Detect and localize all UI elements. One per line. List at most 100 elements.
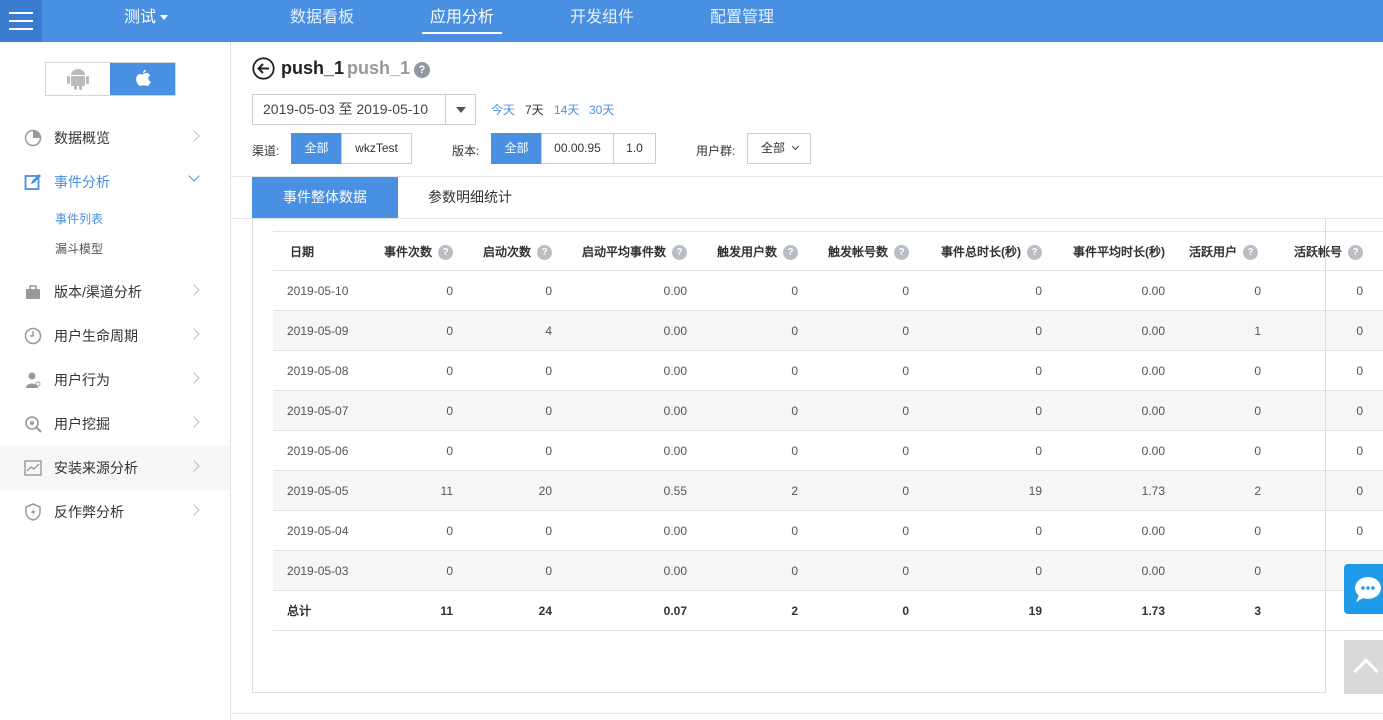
col-header-label: 事件总时长(秒)	[941, 245, 1021, 259]
cell-avg-events: 0.00	[663, 524, 687, 538]
sidebar-sub-event-list[interactable]: 事件列表	[55, 210, 103, 227]
chevron-down-icon	[188, 170, 200, 182]
version-1-0-button[interactable]: 1.0	[613, 133, 656, 164]
col-header-label: 启动平均事件数	[581, 245, 666, 259]
chat-bubble-icon	[1355, 577, 1381, 602]
nav-app-analysis[interactable]: 应用分析	[421, 0, 503, 42]
sidebar-item-version-channel[interactable]: 版本/渠道分析	[0, 270, 230, 314]
sidebar-item-lifecycle[interactable]: 用户生命周期	[0, 314, 230, 358]
chevron-right-icon	[188, 328, 200, 340]
cell-active-accounts: 0	[1356, 444, 1363, 458]
user-group-value: 全部	[761, 141, 786, 155]
back-to-top-button[interactable]	[1344, 640, 1383, 694]
col-header-total-duration: 事件总时长(秒)?	[941, 232, 1042, 272]
help-icon[interactable]: ?	[438, 245, 453, 261]
user-icon	[26, 372, 41, 388]
cell-avg-events: 0.00	[663, 284, 687, 298]
cell-launch-count: 0	[545, 404, 552, 418]
cell-avg-duration: 1.73	[1141, 484, 1165, 498]
nav-config[interactable]: 配置管理	[710, 0, 774, 42]
quick-14days[interactable]: 14天	[554, 101, 579, 118]
help-icon[interactable]: ?	[783, 245, 798, 261]
cell-event-count: 0	[446, 524, 453, 538]
channel-label: 渠道:	[252, 144, 280, 158]
cell-active-users: 1	[1254, 324, 1261, 338]
table-row: 2019-05-09 0 4 0.00 0 0 0 0.00 1 0	[273, 311, 1383, 351]
cell-active-accounts: 0	[1356, 364, 1363, 378]
chevron-right-icon	[188, 416, 200, 428]
user-group-select[interactable]: 全部	[747, 133, 811, 164]
cell-total-duration: 0	[1035, 364, 1042, 378]
sidebar-item-event-analysis[interactable]: 事件分析	[0, 160, 230, 204]
quick-30days[interactable]: 30天	[589, 101, 614, 118]
help-icon[interactable]: ?	[1243, 245, 1258, 261]
apple-icon	[136, 69, 151, 86]
cell-trigger-accounts: 0	[902, 604, 909, 618]
quick-7days[interactable]: 7天	[525, 101, 544, 118]
cell-avg-duration: 0.00	[1141, 444, 1165, 458]
col-header-label: 事件平均时长(秒)	[1073, 245, 1165, 259]
nav-dev-components[interactable]: 开发组件	[570, 0, 634, 42]
col-header-label: 启动次数	[482, 245, 531, 259]
tab-param-stats[interactable]: 参数明细统计	[398, 177, 542, 218]
cell-date: 2019-05-10	[287, 284, 349, 298]
shield-icon	[25, 503, 41, 521]
sidebar-item-install-source[interactable]: 安装来源分析	[0, 446, 230, 490]
sidebar-sub-funnel[interactable]: 漏斗模型	[55, 240, 103, 257]
cell-active-accounts: 0	[1356, 524, 1363, 538]
help-icon[interactable]: ?	[894, 245, 909, 261]
help-icon[interactable]: ?	[672, 245, 687, 261]
cell-active-users: 0	[1254, 364, 1261, 378]
divider	[1325, 231, 1326, 691]
back-arrow-icon[interactable]	[252, 57, 275, 80]
date-dropdown-button[interactable]	[445, 95, 475, 124]
cell-active-users: 3	[1254, 604, 1261, 618]
sidebar-item-user-mining[interactable]: 用户挖掘	[0, 402, 230, 446]
cell-total-duration: 0	[1035, 564, 1042, 578]
tab-overall-data[interactable]: 事件整体数据	[252, 177, 398, 218]
cell-avg-duration: 0.00	[1141, 284, 1165, 298]
version-00-00-95-button[interactable]: 00.00.95	[541, 133, 614, 164]
cell-date: 2019-05-09	[287, 324, 349, 338]
nav-dashboard[interactable]: 数据看板	[290, 0, 354, 42]
sidebar-item-label: 反作弊分析	[54, 504, 124, 520]
cell-trigger-users: 2	[791, 484, 798, 498]
sidebar-item-data-overview[interactable]: 数据概览	[0, 116, 230, 160]
page-title: push_1	[281, 58, 345, 78]
col-header-trigger-accounts: 触发帐号数?	[828, 232, 909, 272]
chevron-right-icon	[188, 504, 200, 516]
channel-wkztest-button[interactable]: wkzTest	[341, 133, 412, 164]
cell-trigger-users: 0	[791, 284, 798, 298]
version-all-button[interactable]: 全部	[491, 133, 542, 164]
cell-total-duration: 0	[1035, 444, 1042, 458]
user-group-label: 用户群:	[696, 144, 736, 158]
android-button[interactable]	[46, 63, 110, 95]
channel-all-button[interactable]: 全部	[291, 133, 342, 164]
chat-support-button[interactable]	[1344, 564, 1383, 614]
help-icon[interactable]: ?	[414, 62, 430, 78]
cell-date: 2019-05-05	[287, 484, 349, 498]
cell-date: 2019-05-04	[287, 524, 349, 538]
help-icon[interactable]: ?	[1027, 245, 1042, 261]
table-row: 2019-05-05 11 20 0.55 2 0 19 1.73 2 0	[273, 471, 1383, 511]
cell-active-users: 0	[1254, 404, 1261, 418]
cell-total-duration: 0	[1035, 524, 1042, 538]
ios-button[interactable]	[110, 63, 175, 95]
cell-active-accounts: 0	[1356, 484, 1363, 498]
col-header-label: 触发用户数	[716, 245, 777, 259]
menu-icon[interactable]	[0, 0, 42, 42]
col-header-trigger-users: 触发用户数?	[717, 232, 798, 272]
app-selector[interactable]: 测试	[124, 0, 169, 42]
sidebar-item-anti-cheat[interactable]: 反作弊分析	[0, 490, 230, 534]
cell-active-users: 0	[1254, 284, 1261, 298]
cell-active-users: 0	[1254, 524, 1261, 538]
cell-avg-events: 0.00	[663, 404, 687, 418]
sidebar-item-user-behavior[interactable]: 用户行为	[0, 358, 230, 402]
help-icon[interactable]: ?	[1348, 245, 1363, 261]
platform-switch	[45, 62, 176, 96]
col-header-label: 触发帐号数	[827, 245, 888, 259]
table-header-row: 日期 事件次数? 启动次数? 启动平均事件数? 触发用户数? 触发帐号数? 事件…	[273, 231, 1383, 271]
help-icon[interactable]: ?	[537, 245, 552, 261]
date-range-picker[interactable]: 2019-05-03 至 2019-05-10	[252, 94, 476, 125]
quick-today[interactable]: 今天	[491, 101, 515, 118]
